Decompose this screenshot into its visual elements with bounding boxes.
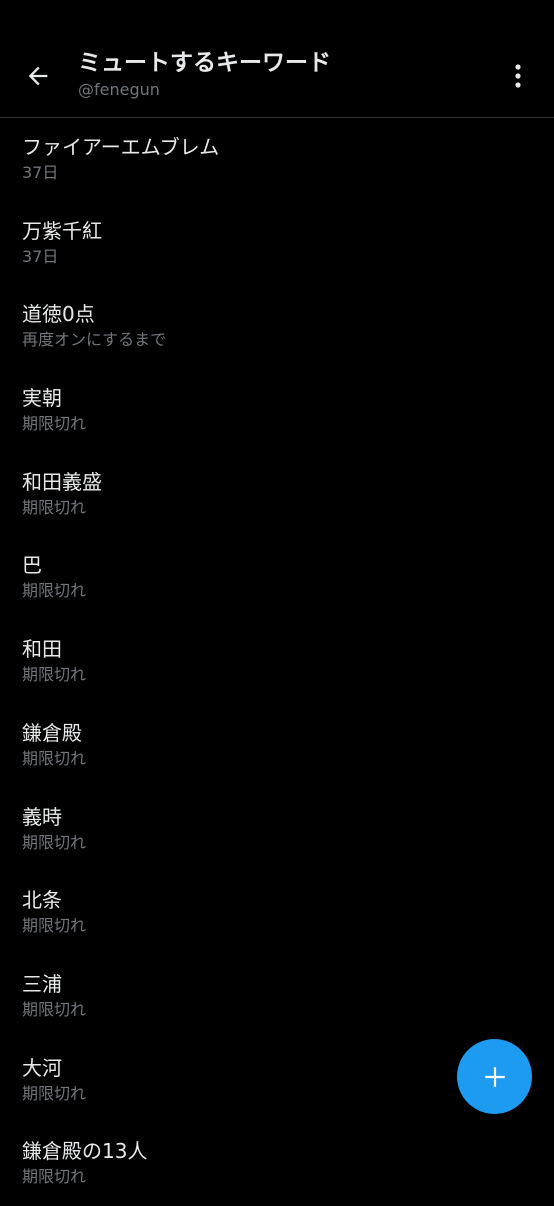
muted-word-item[interactable]: 鎌倉殿の13人期限切れ	[0, 1122, 554, 1206]
muted-word-item[interactable]: 巴期限切れ	[0, 536, 554, 620]
muted-word-duration: 期限切れ	[22, 414, 87, 434]
muted-word-duration: 37日	[22, 163, 59, 182]
muted-word-text: 和田	[22, 637, 62, 662]
muted-word-item[interactable]: 万紫千紅 37日	[0, 202, 554, 286]
muted-word-text: 万紫千紅	[22, 218, 102, 243]
arrow-left-icon	[28, 66, 48, 86]
muted-word-text: ファイアーエムブレム	[22, 135, 220, 159]
muted-word-text: 北条	[22, 888, 62, 913]
title-block: ミュートするキーワード @fenegun	[78, 48, 331, 101]
muted-word-item[interactable]: 北条 期限切れ	[0, 871, 554, 955]
muted-word-item[interactable]: 和田 期限切れ	[0, 620, 554, 704]
muted-word-duration: 期限切れ	[22, 1167, 87, 1187]
muted-word-duration: 期限切れ	[22, 832, 87, 852]
muted-word-text: 巴	[22, 553, 42, 578]
back-button[interactable]	[18, 56, 58, 96]
muted-words-list: ファイアーエムブレム 37日 万紫千紅 37日 道徳0点 再度オンにするまで 実朝 期限切れ和…	[0, 118, 554, 1206]
muted-word-text: 鎌倉殿の13人	[22, 1139, 148, 1164]
muted-word-item[interactable]: 道徳0点再度オンにするまで	[0, 285, 554, 369]
muted-word-text: 道徳0点	[22, 302, 95, 327]
muted-word-duration: 期限切れ	[22, 999, 87, 1019]
muted-word-text: 義時	[22, 804, 62, 829]
muted-word-duration: 37日	[22, 246, 59, 266]
muted-word-item[interactable]: 和田義盛 期限切れ	[0, 453, 554, 537]
muted-word-item[interactable]: 義時 期限切れ	[0, 788, 554, 872]
more-options-button[interactable]	[500, 56, 536, 96]
account-handle: @fenegun	[78, 80, 160, 99]
page-title: ミュートするキーワード	[78, 50, 331, 76]
muted-word-duration: 期限切れ	[22, 497, 87, 517]
top-app-bar: ミュートするキーワード @fenegun	[0, 0, 554, 118]
muted-word-text: 実朝	[22, 386, 62, 411]
muted-word-duration: 再度オンにするまで	[22, 330, 167, 350]
muted-word-duration: 期限切れ	[22, 665, 87, 685]
muted-word-duration: 期限切れ	[22, 748, 87, 768]
muted-word-item[interactable]: 鎌倉殿 期限切れ	[0, 704, 554, 788]
muted-word-text: 和田義盛	[22, 469, 102, 494]
muted-word-item[interactable]: 三浦 期限切れ	[0, 955, 554, 1039]
add-muted-word-button[interactable]	[457, 1039, 532, 1114]
more-vertical-icon	[515, 64, 521, 88]
plus-icon	[484, 1066, 505, 1087]
muted-word-duration: 期限切れ	[22, 916, 87, 936]
muted-word-text: 鎌倉殿	[22, 720, 82, 745]
muted-word-duration: 期限切れ	[22, 581, 87, 601]
muted-word-text: 三浦	[22, 971, 62, 996]
muted-word-item[interactable]: ファイアーエムブレム 37日	[0, 118, 554, 202]
muted-word-item[interactable]: 実朝 期限切れ	[0, 369, 554, 453]
